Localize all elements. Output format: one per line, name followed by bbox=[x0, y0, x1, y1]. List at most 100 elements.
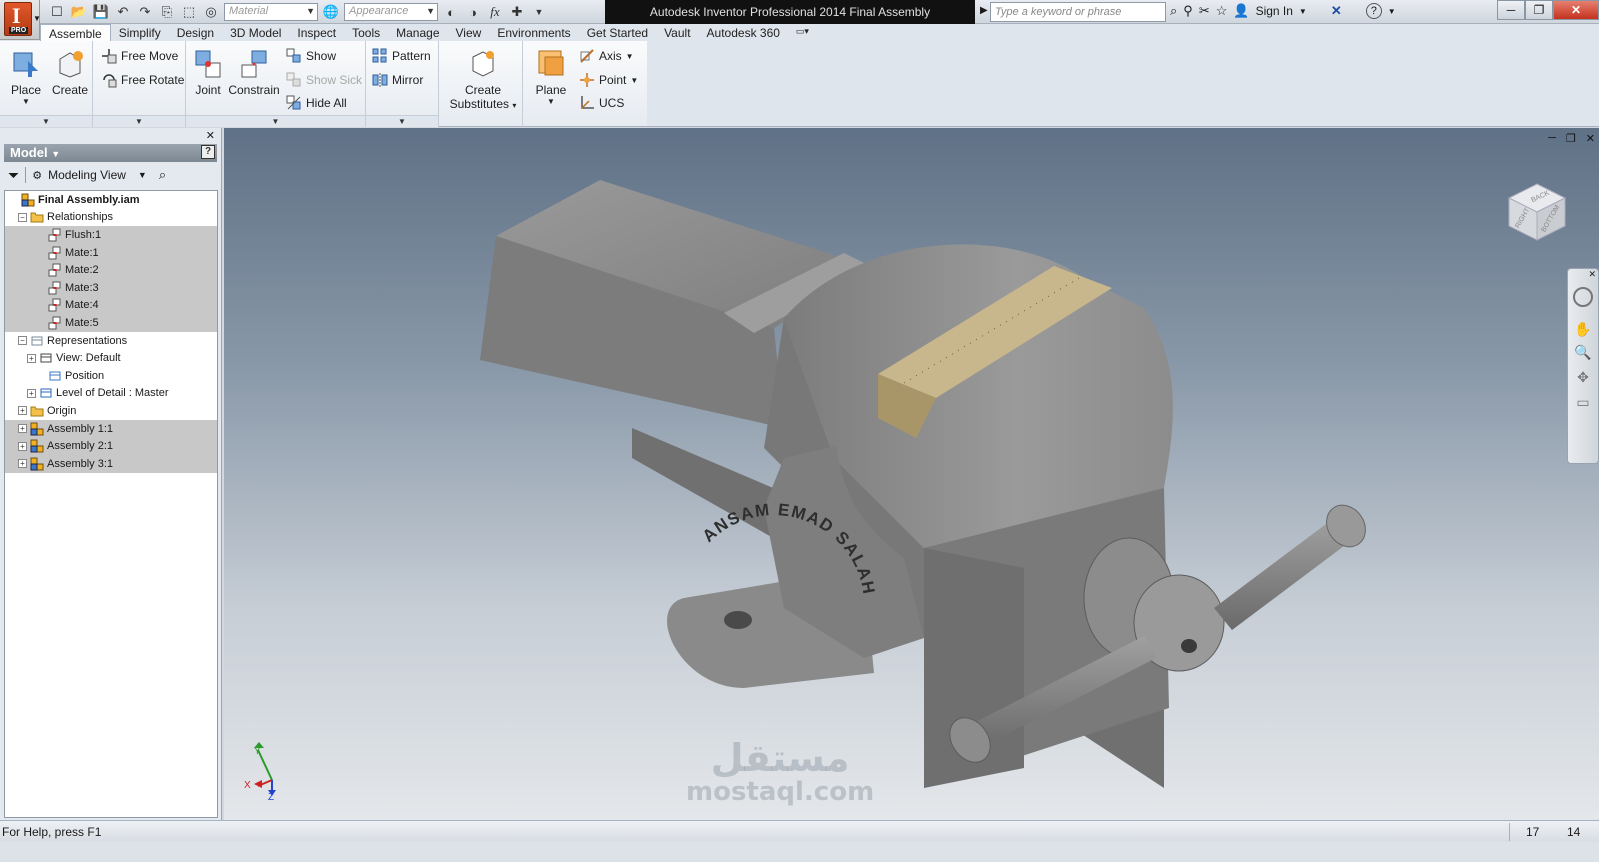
plane-button[interactable]: Plane ▼ bbox=[531, 47, 571, 106]
expand-icon[interactable]: + bbox=[27, 388, 36, 398]
ucs-button[interactable]: UCS bbox=[579, 95, 624, 111]
component-group-expand[interactable]: ▼ bbox=[0, 115, 92, 127]
tree-node[interactable]: Final Assembly.iam bbox=[5, 191, 217, 209]
select-icon[interactable]: ⬚ bbox=[180, 3, 198, 21]
modeling-view-dropdown[interactable]: Modeling View bbox=[48, 168, 126, 182]
minimize-button[interactable]: ─ bbox=[1497, 0, 1525, 20]
tab-vault[interactable]: Vault bbox=[656, 24, 698, 41]
tab-get-started[interactable]: Get Started bbox=[579, 24, 656, 41]
tab-design[interactable]: Design bbox=[169, 24, 222, 41]
tree-node[interactable]: Mate:4 bbox=[5, 296, 217, 315]
tree-node[interactable]: + Assembly 2:1 bbox=[5, 437, 217, 455]
tree-node[interactable]: Mate:2 bbox=[5, 261, 217, 279]
tree-node[interactable]: Flush:1 bbox=[5, 226, 217, 244]
exchange-x-icon[interactable]: ✕ bbox=[1331, 3, 1342, 19]
sign-in-link[interactable]: Sign In bbox=[1256, 4, 1293, 18]
tab-environments[interactable]: Environments bbox=[489, 24, 578, 41]
expand-icon[interactable]: + bbox=[18, 459, 27, 469]
browser-title-bar[interactable]: Model ▼ ? bbox=[4, 144, 217, 162]
tree-node[interactable]: + Level of Detail : Master bbox=[5, 385, 217, 403]
expand-icon[interactable]: + bbox=[18, 424, 27, 434]
tab-tools[interactable]: Tools bbox=[344, 24, 388, 41]
navbar-close-icon[interactable]: ✕ bbox=[1588, 269, 1596, 280]
tree-node[interactable]: + Assembly 1:1 bbox=[5, 419, 217, 438]
zoom-icon[interactable]: 🔍 bbox=[1568, 344, 1598, 361]
appearance-dropdown[interactable]: Appearance ▼ bbox=[344, 3, 438, 21]
binoculars-icon[interactable]: ⌕ bbox=[1170, 3, 1177, 19]
help-dropdown-icon[interactable]: ▼ bbox=[1388, 7, 1396, 16]
tab-inspect[interactable]: Inspect bbox=[289, 24, 344, 41]
browser-close-icon[interactable]: ✕ bbox=[206, 129, 215, 142]
place-button[interactable]: Place ▼ bbox=[6, 47, 46, 106]
tab-autodesk-360[interactable]: Autodesk 360 bbox=[699, 24, 788, 41]
view-dropdown-arrow-icon[interactable]: ▼ bbox=[138, 170, 147, 180]
qat-customize-icon[interactable]: ▼ bbox=[530, 3, 548, 21]
material-dropdown[interactable]: Material ▼ bbox=[224, 3, 318, 21]
browser-dropdown-icon[interactable]: ▼ bbox=[51, 149, 60, 159]
pattern-button[interactable]: Pattern bbox=[372, 48, 431, 64]
tree-node[interactable]: Mate:1 bbox=[5, 243, 217, 262]
sign-in-dropdown-icon[interactable]: ▼ bbox=[1299, 7, 1307, 16]
look-at-icon[interactable]: ▭ bbox=[1568, 394, 1598, 411]
orbit-icon[interactable]: ✥ bbox=[1568, 369, 1598, 386]
create-substitutes-button[interactable]: Create Substitutes ▾ bbox=[447, 47, 519, 111]
tab-assemble[interactable]: Assemble bbox=[40, 24, 111, 41]
close-button[interactable]: ✕ bbox=[1553, 0, 1599, 20]
expand-icon[interactable]: + bbox=[27, 353, 36, 363]
tree-node[interactable]: + Assembly 3:1 bbox=[5, 455, 217, 473]
collapse-icon[interactable]: − bbox=[18, 212, 27, 222]
favorites-star-icon[interactable]: ☆ bbox=[1216, 3, 1228, 19]
free-rotate-button[interactable]: Free Rotate bbox=[101, 72, 184, 88]
relationships-group-expand[interactable]: ▼ bbox=[186, 115, 365, 127]
communication-icon[interactable]: ✂ bbox=[1199, 3, 1210, 19]
tree-node[interactable]: − Representations bbox=[5, 332, 217, 350]
application-menu-button[interactable]: PRO ▼ bbox=[0, 0, 41, 40]
pattern-group-expand[interactable]: ▼ bbox=[366, 115, 438, 127]
point-button[interactable]: Point ▼ bbox=[579, 72, 638, 88]
search-expand-icon[interactable]: ▶ bbox=[980, 5, 988, 16]
search-input[interactable]: Type a keyword or phrase bbox=[990, 2, 1166, 22]
free-move-button[interactable]: Free Move bbox=[101, 48, 178, 64]
clear-appearance-icon[interactable]: ◑ bbox=[464, 3, 482, 21]
tab-view[interactable]: View bbox=[448, 24, 490, 41]
filter-icon[interactable]: ⏷ bbox=[8, 167, 19, 184]
point-dropdown-icon[interactable]: ▼ bbox=[630, 76, 638, 85]
steering-wheel-icon[interactable] bbox=[1573, 287, 1593, 307]
find-binoculars-icon[interactable]: ⌕ bbox=[159, 167, 166, 183]
ribbon-options-icon[interactable]: ▭▾ bbox=[788, 24, 817, 41]
axis-button[interactable]: Axis ▼ bbox=[579, 48, 634, 64]
adjust-appearance-icon[interactable]: ◐ bbox=[442, 3, 460, 21]
help-icon[interactable]: ? bbox=[1365, 3, 1382, 19]
expand-icon[interactable]: + bbox=[18, 406, 27, 416]
browser-help-icon[interactable]: ? bbox=[201, 145, 215, 159]
graphics-viewport[interactable]: ─ ❐ ✕ ANSAM EMAD SALAH BACK RIGHT BOTTOM… bbox=[224, 128, 1599, 820]
subscription-icon[interactable]: ⚲ bbox=[1183, 3, 1193, 19]
maximize-button[interactable]: ❐ bbox=[1525, 0, 1553, 20]
mirror-button[interactable]: Mirror bbox=[372, 72, 423, 88]
constrain-button[interactable]: Constrain bbox=[228, 47, 280, 97]
viewcube[interactable]: BACK RIGHT BOTTOM bbox=[1505, 180, 1569, 244]
add-icon[interactable]: ✚ bbox=[508, 3, 526, 21]
axis-dropdown-icon[interactable]: ▼ bbox=[626, 52, 634, 61]
tree-node[interactable]: + View: Default bbox=[5, 349, 217, 367]
tab-manage[interactable]: Manage bbox=[388, 24, 447, 41]
redo-icon[interactable]: ↷ bbox=[136, 3, 154, 21]
tab-3d-model[interactable]: 3D Model bbox=[222, 24, 289, 41]
tree-node[interactable]: − Relationships bbox=[5, 209, 217, 227]
open-file-icon[interactable]: 📂 bbox=[70, 3, 88, 21]
new-file-icon[interactable]: ☐ bbox=[48, 3, 66, 21]
tab-simplify[interactable]: Simplify bbox=[111, 24, 169, 41]
joint-button[interactable]: Joint bbox=[190, 47, 226, 97]
create-button[interactable]: Create bbox=[50, 47, 90, 97]
tree-node[interactable]: + Origin bbox=[5, 402, 217, 420]
tree-node[interactable]: Position bbox=[5, 367, 217, 385]
save-icon[interactable]: 💾 bbox=[92, 3, 110, 21]
return-icon[interactable]: ⎘ bbox=[158, 3, 176, 21]
hide-all-button[interactable]: Hide All bbox=[286, 95, 347, 111]
pan-hand-icon[interactable]: ✋ bbox=[1568, 321, 1598, 338]
undo-icon[interactable]: ↶ bbox=[114, 3, 132, 21]
user-icon[interactable]: 👤 bbox=[1233, 3, 1249, 19]
position-group-expand[interactable]: ▼ bbox=[93, 115, 185, 127]
tree-node[interactable]: Mate:3 bbox=[5, 279, 217, 297]
show-sick-button[interactable]: Show Sick bbox=[286, 72, 362, 88]
